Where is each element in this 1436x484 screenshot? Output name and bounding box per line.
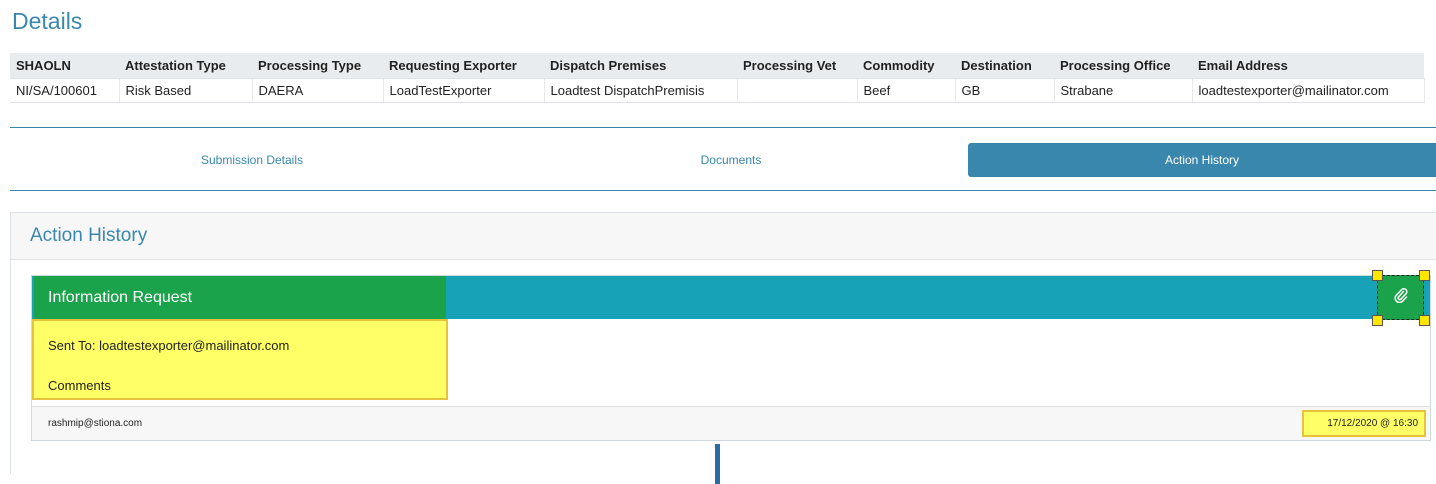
selection-handle[interactable] [1372,315,1383,326]
cell-requesting-exporter: LoadTestExporter [383,78,545,103]
table-row: NI/SA/100601 Risk Based DAERA LoadTestEx… [10,78,1425,103]
col-header-processing-office: Processing Office [1054,53,1192,79]
card-title: Information Request [48,289,193,306]
cell-shaoln: NI/SA/100601 [10,78,120,103]
panel-title: Action History [11,213,1436,260]
col-header-requesting-exporter: Requesting Exporter [383,53,544,79]
cell-destination: GB [955,78,1055,103]
selection-handle[interactable] [1419,315,1430,326]
col-header-processing-type: Processing Type [252,53,383,79]
col-header-dispatch-premises: Dispatch Premises [544,53,737,79]
paperclip-icon [1393,287,1408,308]
divider [10,190,1436,191]
page-title: Details [12,8,83,34]
comments-label: Comments [48,378,111,393]
col-header-email-address: Email Address [1192,53,1424,79]
cell-processing-office: Strabane [1054,78,1193,103]
selection-handle[interactable] [1372,270,1383,281]
col-header-commodity: Commodity [857,53,955,79]
cell-email-address: loadtestexporter@mailinator.com [1192,78,1425,103]
tab-submission-details[interactable]: Submission Details [10,143,494,177]
cell-processing-vet [737,78,858,103]
tab-action-history[interactable]: Action History [968,143,1436,177]
tab-documents[interactable]: Documents [494,143,968,177]
cell-attestation-type: Risk Based [119,78,253,103]
action-history-panel: Action History Information Request Sent … [10,212,1436,474]
timestamp: 17/12/2020 @ 16:30 [1327,418,1418,429]
col-header-shaoln: SHAOLN [10,53,119,79]
attachment-button[interactable] [1377,275,1424,320]
col-header-attestation-type: Attestation Type [119,53,252,79]
cell-dispatch-premises: Loadtest DispatchPremisis [544,78,738,103]
cell-commodity: Beef [857,78,956,103]
author-email: rashmip@stiona.com [48,418,143,429]
divider [10,127,1436,128]
cell-processing-type: DAERA [252,78,384,103]
selection-handle[interactable] [1419,270,1430,281]
col-header-destination: Destination [955,53,1054,79]
details-table: SHAOLN Attestation Type Processing Type … [10,53,1425,103]
col-header-processing-vet: Processing Vet [737,53,857,79]
timeline-line [715,444,720,484]
details-header-row: SHAOLN Attestation Type Processing Type … [10,53,1424,79]
action-card: Information Request Sent To: loadtestexp… [31,275,1431,441]
card-footer: rashmip@stiona.com 17/12/2020 @ 16:30 [32,406,1430,440]
sent-to-text: Sent To: loadtestexporter@mailinator.com [48,338,290,353]
tab-bar: Submission Details Documents Action Hist… [10,143,1436,177]
